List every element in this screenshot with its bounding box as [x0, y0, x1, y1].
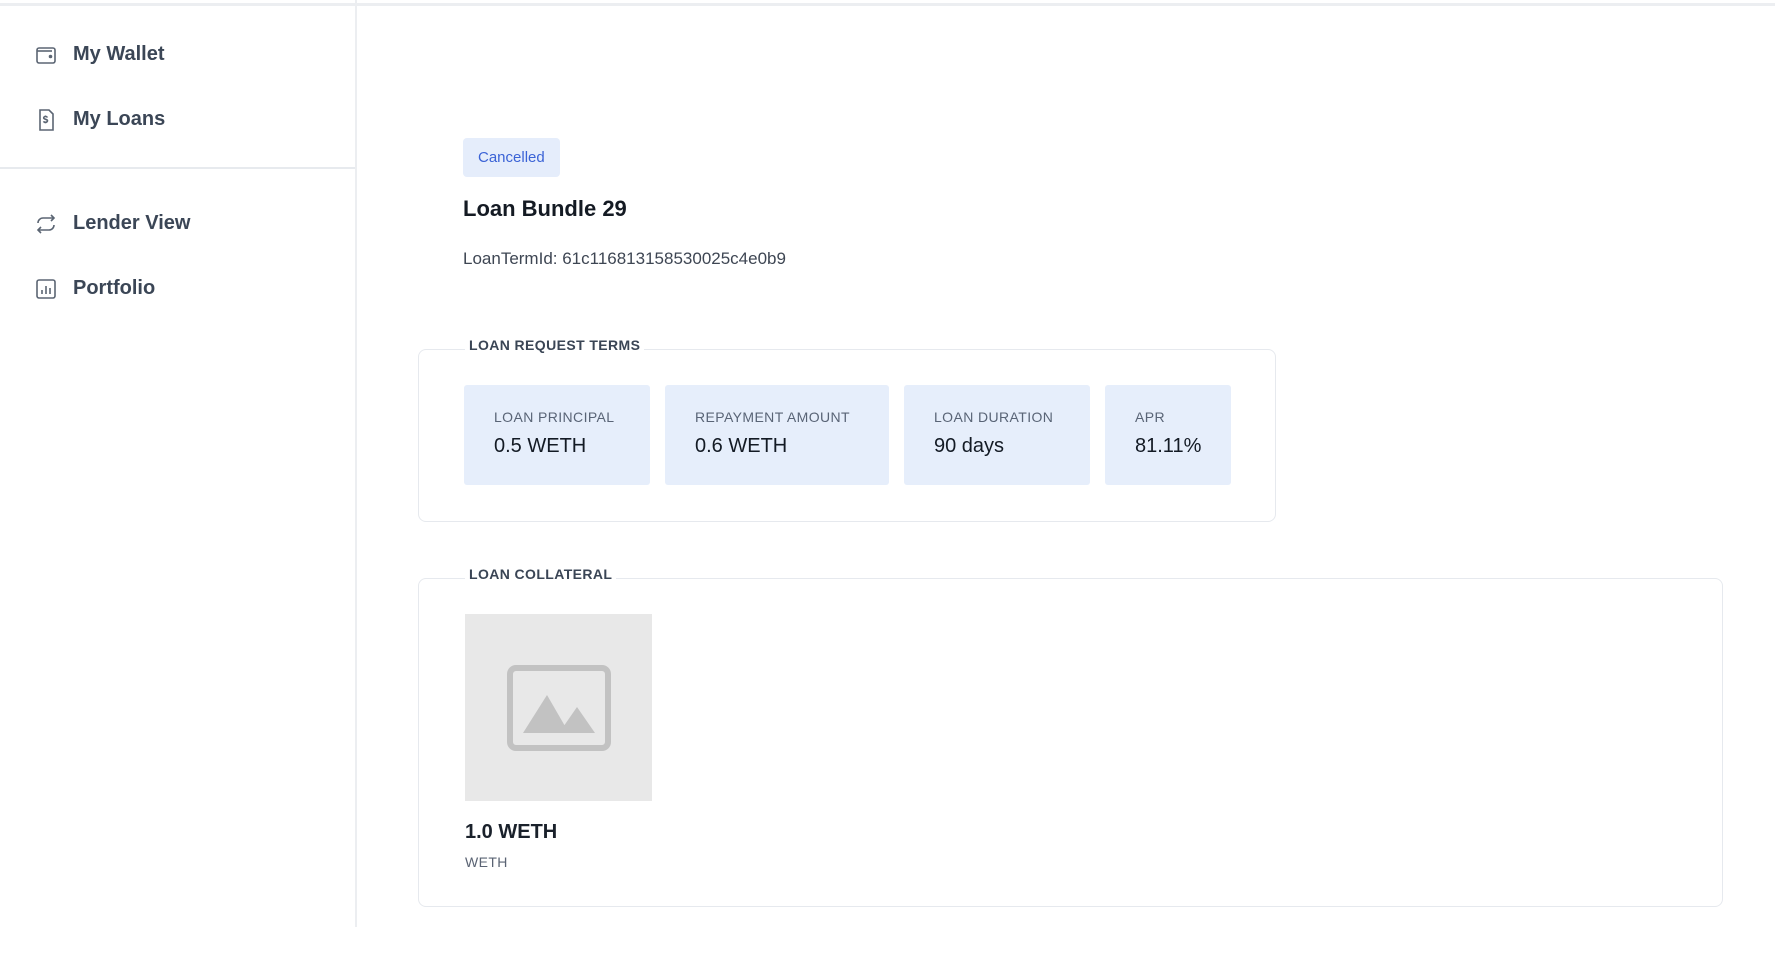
- page-title: Loan Bundle 29: [463, 196, 627, 221]
- loan-document-icon: [34, 108, 58, 132]
- sidebar-item-label: My Wallet: [73, 43, 165, 65]
- sidebar-item-label: Lender View: [73, 212, 191, 234]
- collateral-image[interactable]: [465, 614, 652, 801]
- stat-value: 90 days: [934, 435, 1005, 457]
- sidebar: My Wallet My Loans Lender View Portfolio: [0, 0, 357, 927]
- wallet-icon: [34, 43, 58, 67]
- stat-value: 81.11%: [1135, 435, 1202, 457]
- sidebar-group-lender: Lender View Portfolio: [0, 191, 355, 321]
- loan-request-terms-panel: LOAN REQUEST TERMS LOAN PRINCIPAL 0.5 WE…: [418, 337, 1276, 522]
- stat-apr: APR 81.11%: [1105, 385, 1231, 485]
- bar-chart-icon: [34, 277, 58, 301]
- stat-label: APR: [1135, 409, 1165, 425]
- stat-label: LOAN PRINCIPAL: [494, 409, 615, 425]
- stat-label: LOAN DURATION: [934, 409, 1054, 425]
- sidebar-group-borrower: My Wallet My Loans: [0, 22, 355, 169]
- loan-detail-main: Cancelled Loan Bundle 29 LoanTermId: 61c…: [359, 0, 1775, 956]
- stat-repayment-amount: REPAYMENT AMOUNT 0.6 WETH: [665, 385, 889, 485]
- sidebar-item-my-wallet[interactable]: My Wallet: [0, 22, 355, 87]
- exchange-icon: [34, 212, 58, 236]
- stat-label: REPAYMENT AMOUNT: [695, 409, 850, 425]
- sidebar-item-portfolio[interactable]: Portfolio: [0, 256, 355, 321]
- loan-collateral-panel: LOAN COLLATERAL 1.0 WETH WETH: [418, 566, 1723, 907]
- stat-loan-principal: LOAN PRINCIPAL 0.5 WETH: [464, 385, 650, 485]
- loan-term-id: LoanTermId: 61c116813158530025c4e0b9: [463, 249, 786, 268]
- collateral-symbol: WETH: [465, 854, 508, 870]
- stat-value: 0.5 WETH: [494, 435, 587, 457]
- collateral-amount: 1.0 WETH: [465, 821, 558, 843]
- sidebar-item-label: My Loans: [73, 108, 166, 130]
- sidebar-item-my-loans[interactable]: My Loans: [0, 87, 355, 152]
- stat-loan-duration: LOAN DURATION 90 days: [904, 385, 1090, 485]
- loan-collateral-legend: LOAN COLLATERAL: [465, 566, 617, 582]
- sidebar-item-lender-view[interactable]: Lender View: [0, 191, 355, 256]
- sidebar-item-label: Portfolio: [73, 277, 156, 299]
- loan-request-terms-legend: LOAN REQUEST TERMS: [465, 337, 645, 353]
- stat-value: 0.6 WETH: [695, 435, 788, 457]
- image-placeholder-icon: [506, 664, 611, 751]
- status-badge: Cancelled: [463, 138, 560, 177]
